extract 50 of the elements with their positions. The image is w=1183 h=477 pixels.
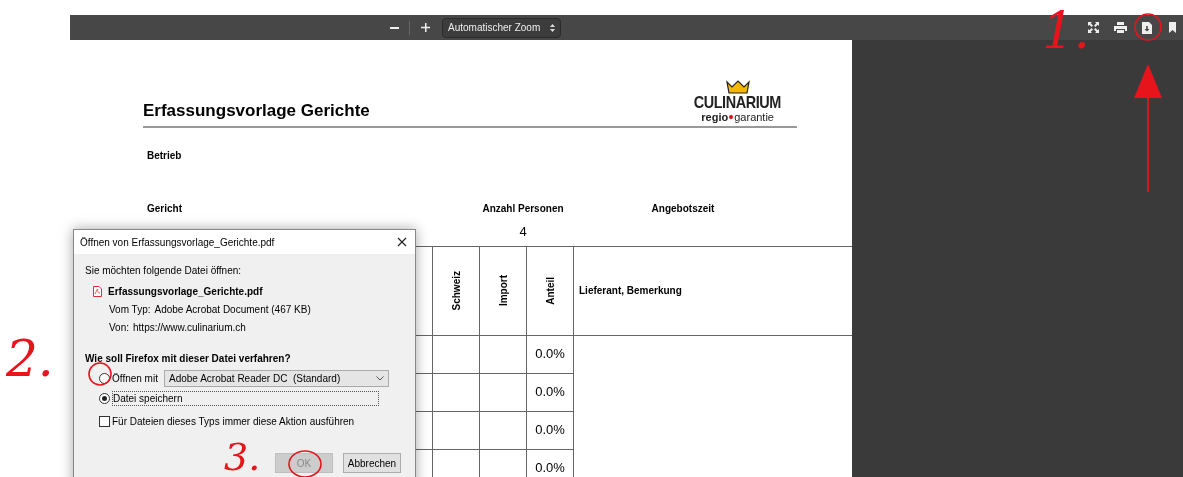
logo-wordmark: CULINARIUM: [694, 94, 782, 111]
intro-text: Sie möchten folgende Datei öffnen:: [85, 264, 243, 278]
dialog-button[interactable]: Abbrechen: [343, 453, 401, 473]
marker-circle: [88, 362, 112, 386]
radio-label[interactable]: Öffnen mit: [112, 371, 164, 386]
handwritten-number: 3.: [224, 438, 261, 476]
column-header: Anteil: [543, 276, 557, 305]
plus-icon: [420, 23, 430, 32]
header-value: 4: [519, 223, 527, 241]
zoom-select[interactable]: Automatischer Zoom: [442, 17, 561, 38]
detail-label: Von:: [109, 321, 130, 335]
percent-value: 0.0%: [535, 345, 565, 364]
file-name: Erfassungsvorlage_Gerichte.pdf: [108, 285, 263, 299]
column-header: Import: [496, 274, 510, 307]
app-select[interactable]: Adobe Acrobat Reader DC (Standard): [164, 370, 389, 387]
percent-value: 0.0%: [535, 383, 565, 402]
header-label: Anzahl Personen: [482, 202, 564, 216]
column-header: Schweiz: [449, 270, 463, 311]
updown-caret-icon: [550, 23, 555, 32]
percent-value: 0.0%: [535, 421, 565, 440]
header-label: Angebotszeit: [651, 202, 715, 216]
minus-icon: [389, 26, 399, 29]
crown-icon: [725, 80, 750, 94]
close-icon: [397, 237, 407, 247]
column-header: Lieferant, Bemerkung: [579, 284, 682, 298]
detail-value: https://www.culinarium.ch: [133, 321, 246, 335]
handwritten-number: 1.: [1042, 6, 1090, 56]
percent-value: 0.0%: [535, 459, 565, 477]
handwritten-number: 2.: [6, 334, 54, 384]
question-text: Wie soll Firefox mit dieser Datei verfahren?: [85, 352, 291, 366]
printer-icon: [1113, 22, 1127, 33]
chevron-down-icon: [376, 376, 384, 381]
dialog-title: Öffnen von Erfassungsvorlage_Gerichte.pdf: [80, 235, 275, 250]
checkbox-label[interactable]: Für Dateien dieses Typs immer diese Aktion ausführen: [112, 414, 355, 429]
header-label: Gericht: [147, 203, 182, 214]
radio-button[interactable]: [99, 373, 110, 384]
radio-button[interactable]: [99, 393, 110, 404]
bookmark-icon: [1168, 22, 1176, 33]
radio-label[interactable]: Datei speichern: [112, 391, 379, 406]
logo-tagline-bold: regio: [701, 111, 729, 123]
marker-circle: [1133, 12, 1163, 42]
pdf-file-icon: [93, 286, 102, 297]
document-title: Erfassungsvorlage Gerichte: [143, 99, 370, 122]
checkbox[interactable]: [99, 416, 110, 427]
field-label: Betrieb: [147, 149, 183, 163]
detail-value: Adobe Acrobat Document (467 KB): [154, 303, 311, 317]
logo-tagline: garantie: [734, 111, 774, 123]
download-icon: [1142, 21, 1152, 34]
expand-icon: [1087, 22, 1099, 33]
detail-label: Vom Typ:: [109, 303, 151, 317]
